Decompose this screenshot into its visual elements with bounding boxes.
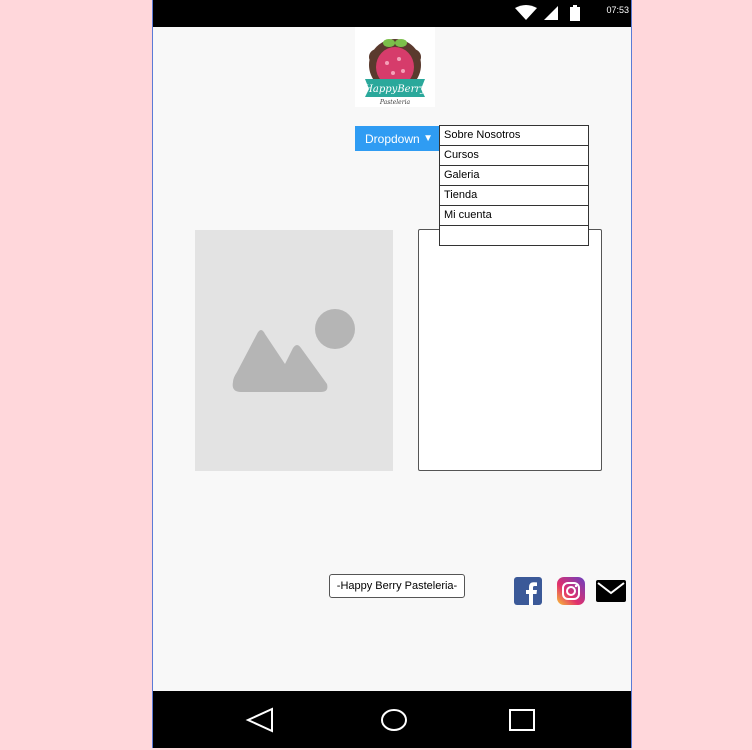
menu-item-empty[interactable] — [440, 226, 588, 245]
menu-item-mi-cuenta[interactable]: Mi cuenta — [440, 206, 588, 226]
dropdown-label: Dropdown — [365, 131, 420, 146]
facebook-icon — [514, 577, 542, 605]
footer-label: -Happy Berry Pasteleria- — [329, 574, 465, 598]
menu-item-galeria[interactable]: Galeria — [440, 166, 588, 186]
back-icon[interactable] — [245, 707, 275, 733]
home-icon[interactable] — [379, 707, 409, 733]
happy-berry-logo[interactable]: HappyBerry Pasteleria — [355, 27, 435, 107]
mail-link[interactable] — [595, 577, 627, 605]
dropdown-menu: Sobre Nosotros Cursos Galeria Tienda Mi … — [439, 125, 589, 246]
recents-icon[interactable] — [507, 707, 537, 733]
logo-brand-text: HappyBerry — [363, 84, 426, 95]
menu-item-sobre-nosotros[interactable]: Sobre Nosotros — [440, 126, 588, 146]
status-bar: 07:53 — [153, 0, 631, 27]
phone-frame: 07:53 HappyBerry Pasteleria Dropdown ▼ S… — [152, 0, 632, 748]
dropdown-button[interactable]: Dropdown ▼ — [355, 126, 439, 151]
menu-item-tienda[interactable]: Tienda — [440, 186, 588, 206]
wifi-icon — [515, 5, 537, 20]
image-placeholder-icon — [232, 309, 355, 392]
facebook-link[interactable] — [514, 577, 542, 605]
android-nav-bar — [153, 691, 631, 748]
menu-item-cursos[interactable]: Cursos — [440, 146, 588, 166]
content-textbox[interactable] — [418, 229, 602, 471]
signal-icon — [544, 6, 558, 20]
image-placeholder — [195, 230, 393, 471]
battery-icon — [570, 5, 580, 21]
instagram-link[interactable] — [557, 577, 585, 605]
berry-logo-icon: HappyBerry Pasteleria — [363, 39, 426, 106]
status-time: 07:53 — [606, 5, 629, 15]
logo-sub-text: Pasteleria — [379, 99, 411, 106]
mail-icon — [596, 580, 626, 602]
chevron-down-icon: ▼ — [423, 133, 433, 144]
instagram-icon — [557, 577, 585, 605]
